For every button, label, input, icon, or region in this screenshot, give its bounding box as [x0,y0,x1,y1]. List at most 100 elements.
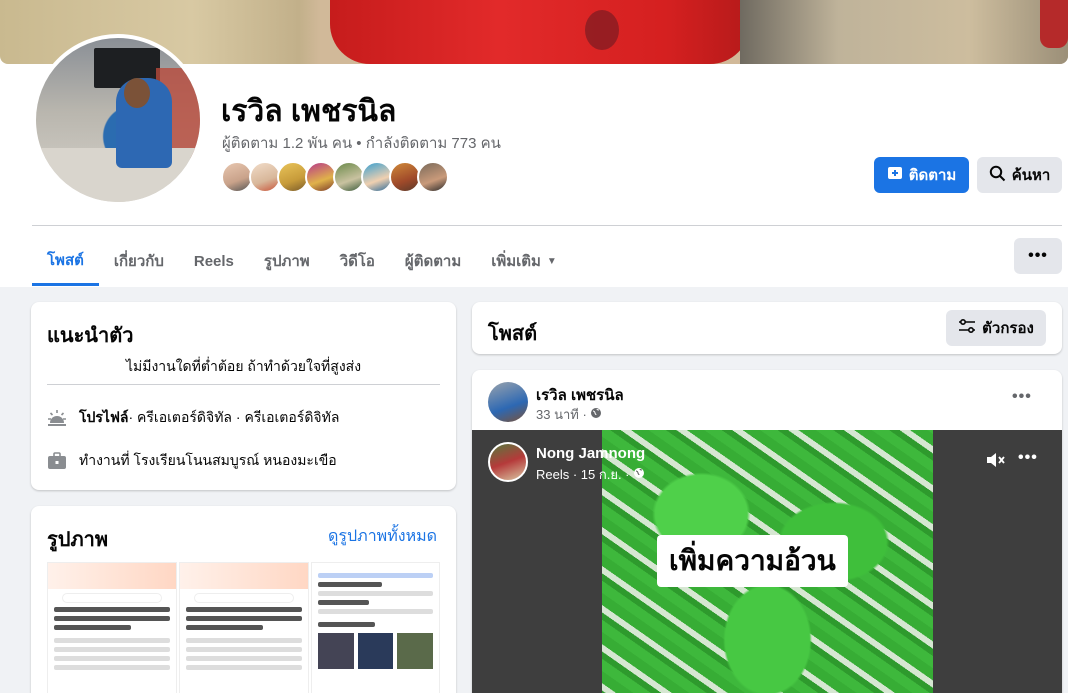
photo-thumb[interactable] [179,562,309,693]
thumb-line [318,582,382,587]
thumb-line [54,625,131,630]
post-timestamp[interactable]: 33 นาที · [536,404,602,425]
avatar-head [124,78,150,108]
tab-label: โพสต์ [47,251,84,269]
search-button-label: ค้นหา [1011,167,1051,184]
photos-card: รูปภาพ ดูรูปภาพทั้งหมด [31,506,456,693]
follow-button[interactable]: ติดตาม [874,157,969,193]
thumb-line [318,600,369,605]
posts-title: โพสต์ [488,323,538,345]
tab-posts[interactable]: โพสต์ [32,236,99,286]
photo-thumb[interactable] [47,562,177,693]
tab-label: เกี่ยวกับ [113,253,164,270]
header-divider [32,225,1062,226]
profile-header: เรวิล เพชรนิล ผู้ติดตาม 1.2 พัน คน • กำล… [0,0,1068,287]
thumb-pic [318,633,354,669]
thumb-line [54,616,170,621]
thumb-line [54,638,170,643]
reel-author-avatar[interactable] [488,442,528,482]
more-options-button[interactable]: ••• [1014,238,1062,274]
more-dots-icon: ••• [1028,247,1048,264]
profile-type-text: · ครีเอเตอร์ดิจิทัล · ครีเอเตอร์ดิจิทัล [128,409,340,425]
tab-followers[interactable]: ผู้ติดตาม [390,236,476,286]
tab-label: เพิ่มเติม [491,253,541,270]
thumb-line [186,638,302,643]
thumb-pill [62,593,162,603]
photos-title: รูปภาพ [47,529,109,551]
tab-photos[interactable]: รูปภาพ [249,236,325,286]
tab-label: รูปภาพ [263,253,310,270]
filter-button[interactable]: ตัวกรอง [946,310,1046,346]
search-icon [989,165,1006,186]
sunrise-icon [47,408,67,428]
see-all-photos-link[interactable]: ดูรูปภาพทั้งหมด [328,524,437,549]
thumb-line [54,607,170,612]
profile-type-label: โปรไฟล์ [79,409,129,425]
reel-meta-text: Reels · 15 ก.ย. · [536,467,630,482]
tab-videos[interactable]: วิดีโอ [325,236,390,286]
thumb-line [186,625,263,630]
reel-caption: เพิ่มความอ้วน [657,535,848,587]
thumb-pill [194,593,294,603]
thumb-pics [318,633,434,669]
cover-logo [585,10,619,50]
thumb-banner [48,563,176,589]
thumb-line [318,609,433,614]
follow-button-label: ติดตาม [908,167,957,184]
follow-stats[interactable]: ผู้ติดตาม 1.2 พัน คน • กำลังติดตาม 773 ค… [222,131,501,155]
intro-divider [47,384,440,385]
thumb-line [186,665,302,670]
profile-avatar[interactable] [32,34,204,206]
cover-person [1040,0,1068,48]
intro-work-row: ทำงานที่ โรงเรียนโนนสมบูรณ์ หนองมะเขือ [47,450,337,472]
photo-thumb[interactable] [311,562,440,693]
search-button[interactable]: ค้นหา [977,157,1062,193]
tab-about[interactable]: เกี่ยวกับ [99,236,179,286]
tab-label: Reels [193,252,234,270]
filter-button-label: ตัวกรอง [982,320,1034,337]
reel-player[interactable]: เพิ่มความอ้วน Nong Jamnong Reels · 15 ก.… [472,430,1062,693]
tab-label: วิดีโอ [339,253,375,270]
post-card: เรวิล เพชรนิล 33 นาที · ••• เพิ่มความอ้ว… [472,370,1062,693]
thumb-line [318,573,433,578]
reel-options-icon[interactable]: ••• [1018,449,1038,467]
follower-avatars[interactable] [221,161,449,193]
thumb-pic [397,633,434,669]
mute-icon[interactable] [985,450,1007,475]
thumb-line [54,665,170,670]
thumb-line [186,656,302,661]
filter-icon [958,318,976,338]
thumb-line [54,647,170,652]
profile-name: เรวิล เพชรนิล [221,95,397,128]
posts-header-card: โพสต์ ตัวกรอง [472,302,1062,354]
thumb-line [186,647,302,652]
globe-icon [590,407,602,422]
tab-label: ผู้ติดตาม [404,253,462,270]
thumb-line [54,656,170,661]
tab-reels[interactable]: Reels [179,236,249,286]
tab-more[interactable]: เพิ่มเติม ▼ [476,236,572,286]
globe-icon [633,467,645,482]
profile-tabs: โพสต์ เกี่ยวกับ Reels รูปภาพ วิดีโอ ผู้ต… [32,236,572,286]
follower-avatar[interactable] [417,161,449,193]
thumb-line [318,622,376,627]
thumb-pic [357,633,394,669]
reel-author-name[interactable]: Nong Jamnong [536,445,645,462]
bio-text: ไม่มีงานใดที่ต่ำต้อย ถ้าทำด้วยใจที่สูงส่… [125,358,362,374]
intro-profile-row: โปรไฟล์ · ครีเอเตอร์ดิจิทัล · ครีเอเตอร์… [47,407,339,429]
intro-card: แนะนำตัว ไม่มีงานใดที่ต่ำต้อย ถ้าทำด้วยใ… [31,302,456,490]
intro-title: แนะนำตัว [47,325,134,347]
post-author-avatar[interactable] [488,382,528,422]
reel-meta: Reels · 15 ก.ย. · [536,464,645,485]
post-options-icon[interactable]: ••• [1012,388,1032,406]
thumb-line [318,591,433,596]
cover-background [740,0,1068,64]
cover-shirt [330,0,750,64]
briefcase-icon [47,451,67,471]
work-text: ทำงานที่ โรงเรียนโนนสมบูรณ์ หนองมะเขือ [79,452,337,468]
follow-icon [887,165,903,185]
thumb-line [186,607,302,612]
post-time-text: 33 นาที · [536,407,587,422]
thumb-line [186,616,302,621]
caret-down-icon: ▼ [546,255,557,267]
